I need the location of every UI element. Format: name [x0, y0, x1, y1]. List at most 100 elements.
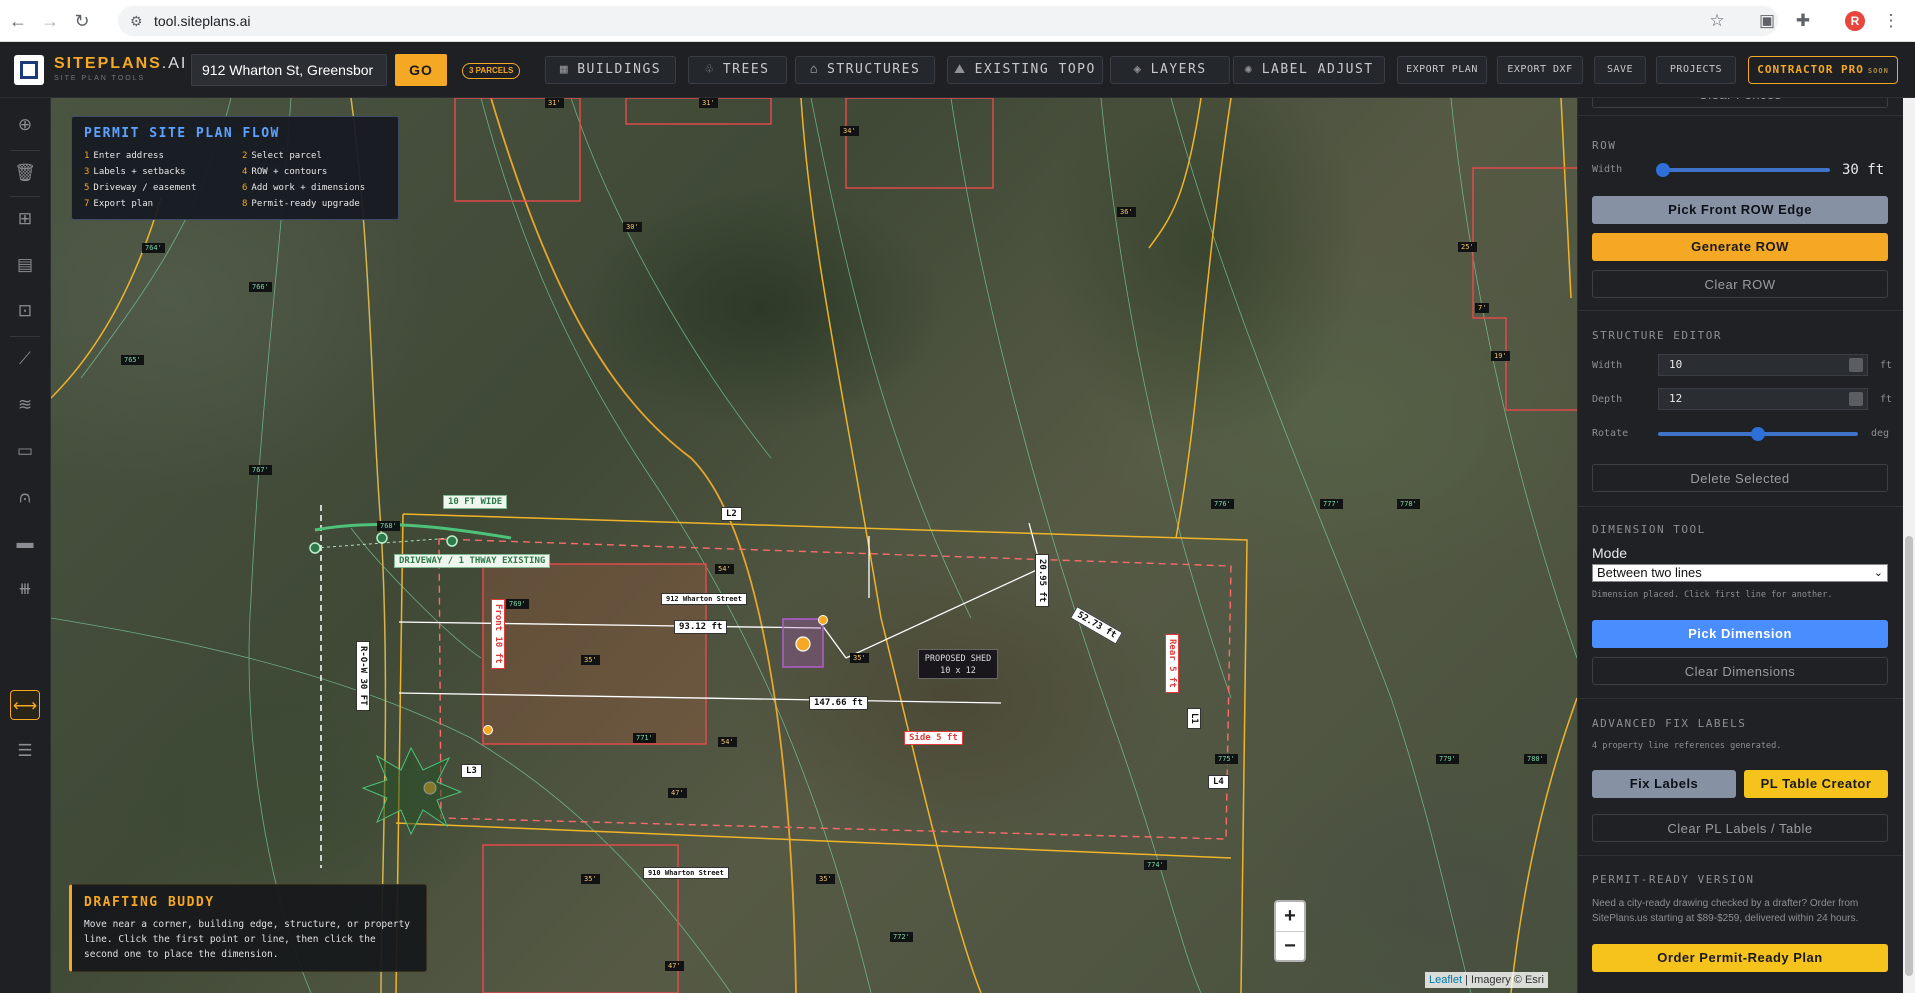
export-plan-button[interactable]: EXPORT PLAN [1397, 56, 1487, 84]
row-width-slider[interactable] [1658, 168, 1830, 172]
grid-icon[interactable]: ⊞ [10, 204, 40, 234]
buildings-button[interactable]: ▦ BUILDINGS [545, 56, 676, 84]
forward-icon[interactable]: → [38, 9, 62, 33]
clear-pl-labels-button[interactable]: Clear PL Labels / Table [1592, 814, 1888, 842]
label-adjust-icon: ✺ [1244, 62, 1254, 77]
fix-labels-button[interactable]: Fix Labels [1592, 770, 1736, 798]
side-setback-label[interactable]: Side 5 ft [904, 731, 963, 745]
spinner-icon[interactable] [1849, 392, 1863, 406]
zoom-in-button[interactable]: + [1276, 902, 1304, 931]
existing-topo-button[interactable]: ⛰ EXISTING TOPO [947, 56, 1103, 84]
edge-tag: 35' [581, 874, 600, 884]
card-icon[interactable]: ▬ [10, 528, 40, 558]
address-bar[interactable]: ⚙ tool.siteplans.ai [118, 6, 1778, 36]
delete-selected-button[interactable]: Delete Selected [1592, 464, 1888, 492]
label-adjust-button[interactable]: ✺ LABEL ADJUST [1233, 56, 1385, 84]
line-l3-label[interactable]: L3 [461, 764, 482, 778]
address-input[interactable] [191, 54, 387, 86]
line-l4-label[interactable]: L4 [1208, 775, 1229, 789]
house-912-label[interactable]: 912 Wharton Street [661, 593, 747, 605]
row-width-label[interactable]: 10 FT WIDE [443, 495, 508, 509]
trash-icon[interactable]: 🗑 [10, 158, 40, 188]
dimension-2095-label[interactable]: 20.95 ft [1035, 554, 1049, 608]
layers-button[interactable]: ◈ LAYERS [1110, 56, 1230, 84]
edge-tag: 30' [623, 222, 642, 232]
bookmark-star-icon[interactable]: ☆ [1706, 10, 1728, 32]
drafting-buddy-text: Move near a corner, building edge, struc… [84, 919, 411, 960]
locate-icon[interactable]: ⊕ [10, 110, 40, 140]
edge-tag: 25' [1458, 242, 1477, 252]
topo-tag: 776' [1211, 499, 1234, 509]
chevron-down-icon: ⌄ [1873, 567, 1883, 579]
profile-avatar[interactable]: R [1845, 11, 1865, 31]
clear-dimensions-button[interactable]: Clear Dimensions [1592, 657, 1888, 685]
projects-button[interactable]: PROJECTS [1656, 56, 1736, 84]
drafting-buddy-panel: DRAFTING BUDDY Move near a corner, build… [69, 884, 427, 972]
permit-ready-desc: Need a city-ready drawing checked by a d… [1592, 898, 1859, 924]
rear-setback-label[interactable]: Rear 5 ft [1165, 634, 1179, 693]
driveway-label[interactable]: DRIVEWAY / 1 THWAY EXISTING [394, 554, 551, 568]
line-l1-label[interactable]: L1 [1187, 708, 1201, 729]
topo-tag: 771' [633, 733, 656, 743]
flow-title: PERMIT SITE PLAN FLOW [84, 126, 280, 141]
dimension-93-label[interactable]: 93.12 ft [674, 620, 728, 634]
extensions-puzzle-icon[interactable]: ✚ [1792, 10, 1814, 32]
go-button[interactable]: GO [395, 54, 447, 86]
spinner-icon[interactable] [1849, 358, 1863, 372]
clear-fences-button[interactable]: Clear Fences [1592, 98, 1888, 108]
topo-tag: 768' [377, 521, 400, 531]
line-l2-label[interactable]: L2 [721, 507, 742, 521]
row-width-slider-thumb[interactable] [1656, 163, 1671, 177]
pick-front-row-edge-button[interactable]: Pick Front ROW Edge [1592, 196, 1888, 224]
list-icon[interactable]: ▤ [10, 250, 40, 280]
driveway-line [314, 523, 512, 540]
edge-tag: 19' [1491, 351, 1510, 361]
dimension-mode-select[interactable]: Between two lines ⌄ [1592, 564, 1888, 582]
edge-tag: 36' [1117, 207, 1136, 217]
fence-icon[interactable]: ⧻ [10, 574, 40, 604]
extension-n-icon[interactable]: ▣ [1756, 10, 1778, 32]
reload-icon[interactable]: ↻ [70, 9, 94, 33]
zoom-control: + − [1274, 900, 1306, 962]
menu-lines-icon[interactable]: ☰ [10, 736, 40, 766]
dimension-147-label[interactable]: 147.66 ft [809, 696, 868, 710]
map-canvas[interactable]: PERMIT SITE PLAN FLOW 1 Enter address 2 Se… [51, 98, 1577, 993]
edge-tag: 35' [850, 653, 869, 663]
contour-icon[interactable]: ≋ [10, 390, 40, 420]
clear-row-button[interactable]: Clear ROW [1592, 270, 1888, 298]
depth-unit: ft [1880, 394, 1893, 405]
parcels-badge[interactable]: 3 PARCELS [462, 63, 521, 79]
house-910-label[interactable]: 910 Wharton Street [643, 867, 729, 879]
topo-tag: 769' [506, 599, 529, 609]
advanced-fix-title: ADVANCED FIX LABELS [1592, 717, 1747, 730]
front-setback-label[interactable]: Front 10 ft [491, 599, 505, 669]
structure-depth-input[interactable]: 12 [1658, 388, 1868, 410]
generate-row-button[interactable]: Generate ROW [1592, 233, 1888, 261]
easement-icon[interactable]: ⩀ [10, 482, 40, 512]
rotate-label: Rotate [1592, 428, 1629, 439]
target-icon[interactable]: ⊡ [10, 296, 40, 326]
export-dxf-button[interactable]: EXPORT DXF [1497, 56, 1583, 84]
row-label[interactable]: R-O-W 30 FT [356, 641, 370, 711]
pl-table-creator-button[interactable]: PL Table Creator [1744, 770, 1888, 798]
browser-menu-icon[interactable]: ⋮ [1880, 10, 1902, 32]
contractor-pro-button[interactable]: CONTRACTOR PRO SOON [1748, 56, 1898, 84]
trees-button[interactable]: ♧ TREES [688, 56, 787, 84]
proposed-shed-label[interactable]: PROPOSED SHED 10 x 12 [918, 649, 998, 679]
permit-flow-panel: PERMIT SITE PLAN FLOW 1 Enter address 2 Se… [71, 116, 399, 220]
save-button[interactable]: SAVE [1594, 56, 1646, 84]
dimension-icon[interactable]: ⟷ [10, 690, 40, 720]
site-info-icon[interactable]: ⚙ [130, 13, 143, 30]
road-icon[interactable]: ▭ [10, 436, 40, 466]
back-icon[interactable]: ← [6, 9, 30, 33]
measure-icon[interactable]: ⟋ [10, 344, 40, 374]
order-permit-ready-button[interactable]: Order Permit-Ready Plan [1592, 944, 1888, 972]
leaflet-link[interactable]: Leaflet [1429, 974, 1462, 986]
rotate-slider-thumb[interactable] [1751, 427, 1765, 441]
pick-dimension-button[interactable]: Pick Dimension [1592, 620, 1888, 648]
zoom-out-button[interactable]: − [1276, 931, 1304, 960]
left-sidebar: ⊕ 🗑 ⊞ ▤ ⊡ ⟋ ≋ ▭ ⩀ ▬ ⧻ ⟷ ☰ [0, 98, 51, 993]
right-panel-scrollbar[interactable] [1903, 98, 1915, 993]
structures-button[interactable]: ⌂ STRUCTURES [795, 56, 935, 84]
structure-width-input[interactable]: 10 [1658, 354, 1868, 376]
